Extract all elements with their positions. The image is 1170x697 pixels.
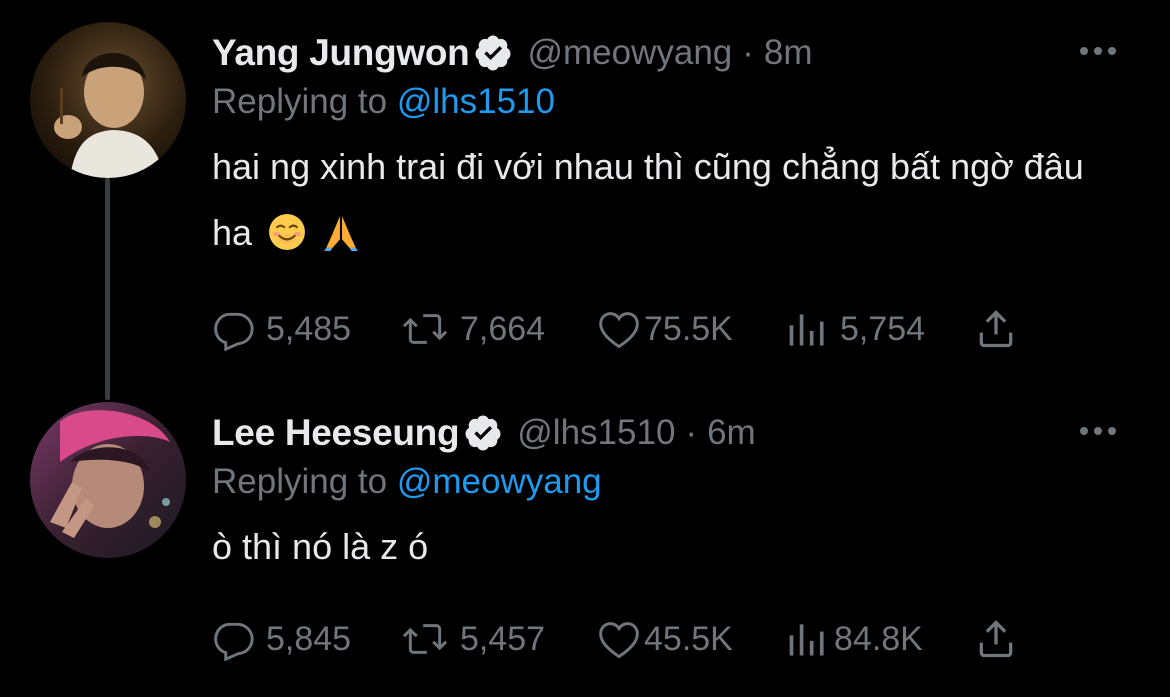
more-icon[interactable]	[1076, 36, 1120, 66]
avatar[interactable]	[30, 402, 186, 558]
like-icon	[599, 312, 639, 349]
reply-button[interactable]: 5,845	[212, 617, 400, 661]
retweet-count: 5,457	[460, 619, 546, 658]
share-icon	[979, 620, 1013, 658]
tweet-text: hai ng xinh trai đi với nhau thì cũng ch…	[212, 134, 1130, 266]
handle[interactable]: @lhs1510	[517, 413, 675, 453]
display-name[interactable]: Lee Heeseung	[212, 412, 460, 454]
like-button[interactable]: 75.5K	[596, 307, 786, 351]
timestamp[interactable]: 6m	[707, 413, 756, 453]
replying-mention[interactable]: @lhs1510	[397, 82, 555, 121]
replying-mention[interactable]: @meowyang	[397, 462, 602, 501]
replying-prefix: Replying to	[212, 82, 388, 121]
replying-to: Replying to @meowyang	[212, 462, 1130, 508]
like-count: 45.5K	[644, 619, 733, 658]
tweet-content: Yang Jungwon @meowyang · 8m Replying to …	[212, 28, 1130, 266]
tweet-text-body: ò thì nó là z ó	[212, 526, 429, 567]
reply-button[interactable]: 5,485	[212, 307, 400, 351]
like-button[interactable]: 45.5K	[596, 617, 786, 661]
smiling-face-emoji	[269, 214, 306, 250]
verified-icon	[465, 415, 501, 451]
tweet-header: Yang Jungwon @meowyang · 8m	[212, 28, 1130, 78]
reply-icon	[214, 622, 254, 661]
handle[interactable]: @meowyang	[527, 33, 732, 73]
share-button[interactable]	[974, 307, 1018, 351]
display-name[interactable]: Yang Jungwon	[212, 32, 470, 74]
folded-hands-emoji	[324, 216, 358, 251]
timestamp[interactable]: 8m	[764, 33, 813, 73]
views-count: 84.8K	[834, 619, 923, 658]
separator: ·	[742, 33, 754, 72]
retweet-icon	[402, 314, 448, 344]
avatar-image	[30, 22, 186, 178]
like-icon	[599, 622, 639, 659]
avatar-image	[30, 402, 186, 558]
replying-prefix: Replying to	[212, 462, 388, 501]
replying-to: Replying to @lhs1510	[212, 82, 1130, 128]
views-count: 5,754	[840, 309, 926, 348]
avatar[interactable]	[30, 22, 186, 178]
views-icon	[789, 314, 824, 346]
tweet-content: Lee Heeseung @lhs1510 · 6m Replying to @…	[212, 408, 1130, 580]
verified-icon	[475, 35, 511, 71]
views-button[interactable]: 84.8K	[786, 617, 974, 661]
views-icon	[789, 624, 824, 656]
share-icon	[979, 310, 1013, 348]
tweet-text: ò thì nó là z ó	[212, 514, 1130, 580]
like-count: 75.5K	[644, 309, 733, 348]
tweet[interactable]: Lee Heeseung @lhs1510 · 6m Replying to @…	[0, 390, 1170, 697]
reply-count: 5,845	[266, 619, 352, 658]
tweet-actions: 5,485 7,664 75.5K 5,754	[212, 304, 1018, 354]
views-button[interactable]: 5,754	[786, 307, 974, 351]
reply-icon	[214, 312, 254, 351]
separator: ·	[685, 413, 698, 452]
tweet-actions: 5,845 5,457 45.5K 84.8K	[212, 614, 1018, 664]
retweet-count: 7,664	[460, 309, 546, 348]
tweet-header: Lee Heeseung @lhs1510 · 6m	[212, 408, 1130, 458]
reply-count: 5,485	[266, 309, 352, 348]
retweet-button[interactable]: 5,457	[400, 617, 596, 661]
more-icon[interactable]	[1076, 416, 1120, 446]
retweet-button[interactable]: 7,664	[400, 307, 596, 351]
tweet[interactable]: Yang Jungwon @meowyang · 8m Replying to …	[0, 0, 1170, 390]
share-button[interactable]	[974, 617, 1018, 661]
retweet-icon	[402, 624, 448, 654]
